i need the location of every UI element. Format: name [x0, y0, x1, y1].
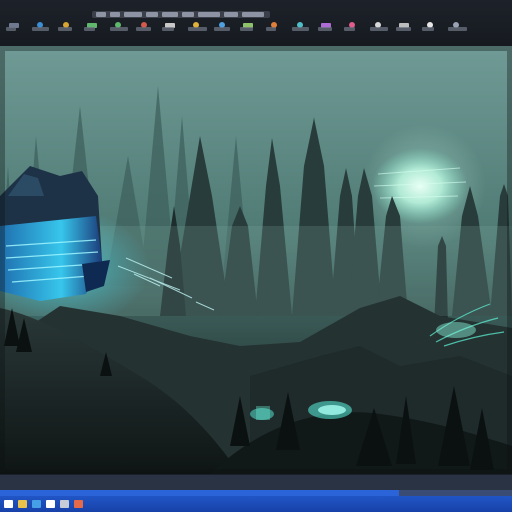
- status-panel: [0, 474, 512, 491]
- tool-label-mark: [344, 27, 355, 31]
- tool-label-mark: [396, 27, 411, 31]
- menu-item[interactable]: [198, 12, 220, 17]
- image-editor-window: [0, 0, 512, 512]
- menu-item[interactable]: [146, 12, 158, 17]
- explorer-icon[interactable]: [18, 500, 27, 508]
- tool-label-mark: [110, 27, 128, 31]
- fantasy-landscape-artwork: [0, 46, 512, 474]
- moon: [372, 148, 468, 224]
- image-canvas[interactable]: [0, 46, 512, 474]
- menu-item[interactable]: [224, 12, 238, 17]
- right-glow: [436, 322, 476, 338]
- small-ship: [318, 405, 346, 415]
- tool-label-mark: [214, 27, 230, 31]
- menu-bar[interactable]: [92, 11, 270, 18]
- menu-item[interactable]: [182, 12, 194, 17]
- tool-label-mark: [448, 27, 467, 31]
- menu-item[interactable]: [124, 12, 142, 17]
- tool-label-mark: [370, 27, 388, 31]
- tool-label-mark: [136, 27, 151, 31]
- tool-label-mark: [188, 27, 207, 31]
- tool-label-mark: [58, 27, 72, 31]
- tool-label-mark: [292, 27, 309, 31]
- menu-item[interactable]: [96, 12, 106, 17]
- browser-icon[interactable]: [32, 500, 41, 508]
- tool-label-mark: [240, 27, 253, 31]
- tool-label-mark: [422, 27, 434, 31]
- tool-label-mark: [84, 27, 95, 31]
- valley-lights: [256, 406, 270, 420]
- tool-label-mark: [6, 27, 16, 31]
- start-icon[interactable]: [4, 500, 13, 508]
- taskbar: [0, 496, 512, 512]
- terminal-icon[interactable]: [60, 500, 69, 508]
- media-icon[interactable]: [74, 500, 83, 508]
- tool-labels-row: [0, 27, 512, 35]
- tool-label-mark: [318, 27, 332, 31]
- tool-label-mark: [32, 27, 49, 31]
- tool-label-mark: [162, 27, 174, 31]
- tool-label-mark: [266, 27, 276, 31]
- top-toolbar: [0, 0, 512, 47]
- editor-icon[interactable]: [46, 500, 55, 508]
- menu-item[interactable]: [110, 12, 120, 17]
- menu-item[interactable]: [162, 12, 178, 17]
- menu-item[interactable]: [242, 12, 264, 17]
